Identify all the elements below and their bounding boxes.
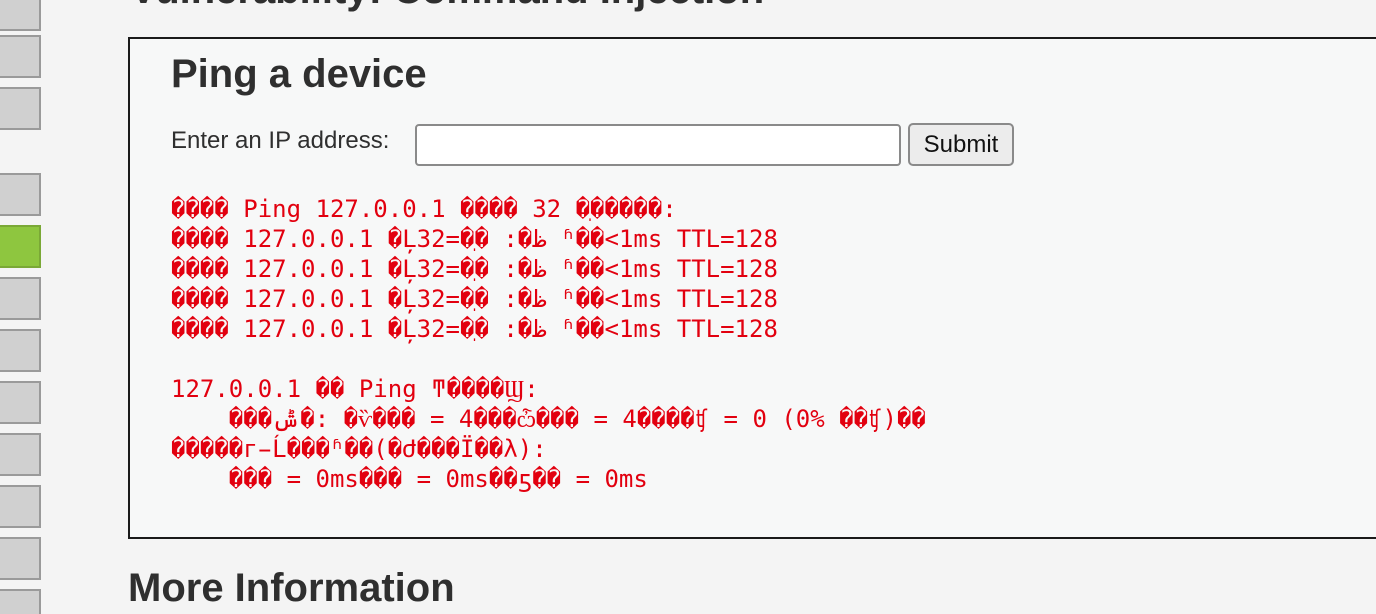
- menu-item[interactable]: [0, 433, 41, 476]
- output-line: ���� 127.0.0.1 �Ļظ�: �ֽ�=32 ʱ��<1ms TTL=…: [171, 225, 778, 253]
- output-line: 127.0.0.1 �� Ping ͳ����Ϣ:: [171, 375, 539, 403]
- ping-output: ���� Ping 127.0.0.1 ���� 32 �ֽ�����: ����…: [171, 194, 926, 494]
- menu-item[interactable]: [0, 329, 41, 372]
- ip-label: Enter an IP address:: [171, 127, 390, 154]
- output-line: ��� = 0ms��� = 0ms��ƽ�� = 0ms: [171, 465, 648, 493]
- submit-button[interactable]: Submit: [908, 123, 1014, 166]
- menu-item[interactable]: [0, 0, 41, 31]
- output-line: ���� 127.0.0.1 �Ļظ�: �ֽ�=32 ʱ��<1ms TTL=…: [171, 315, 778, 343]
- menu-item[interactable]: [0, 35, 41, 78]
- ip-input[interactable]: [415, 124, 901, 166]
- output-line: ���ݰ�: �ѷ��� = 4���ѽ��� = 4����ʧ = 0 (0%…: [171, 405, 926, 433]
- menu-item[interactable]: [0, 173, 41, 216]
- menu-item[interactable]: [0, 277, 41, 320]
- menu-item[interactable]: [0, 87, 41, 130]
- ping-heading: Ping a device: [171, 52, 427, 96]
- left-menu: [0, 0, 48, 614]
- output-line: ���� 127.0.0.1 �Ļظ�: �ֽ�=32 ʱ��<1ms TTL=…: [171, 255, 778, 283]
- menu-item[interactable]: [0, 589, 41, 614]
- page: Vulnerability: Command Injection Ping a …: [0, 0, 1376, 614]
- output-line: ���� 127.0.0.1 �Ļظ�: �ֽ�=32 ʱ��<1ms TTL=…: [171, 285, 778, 313]
- menu-item[interactable]: [0, 537, 41, 580]
- output-line: �����г̵Ĺ���ʱ��(�Ժ���Ϊ��λ):: [171, 435, 547, 463]
- vulnerable-code-area: Ping a device Enter an IP address: Submi…: [128, 37, 1376, 539]
- output-line: ���� Ping 127.0.0.1 ���� 32 �ֽ�����:: [171, 195, 677, 223]
- menu-item[interactable]: [0, 485, 41, 528]
- page-title: Vulnerability: Command Injection: [130, 0, 764, 13]
- menu-item[interactable]: [0, 381, 41, 424]
- more-information-heading: More Information: [128, 566, 455, 610]
- menu-item-command-injection[interactable]: [0, 225, 41, 268]
